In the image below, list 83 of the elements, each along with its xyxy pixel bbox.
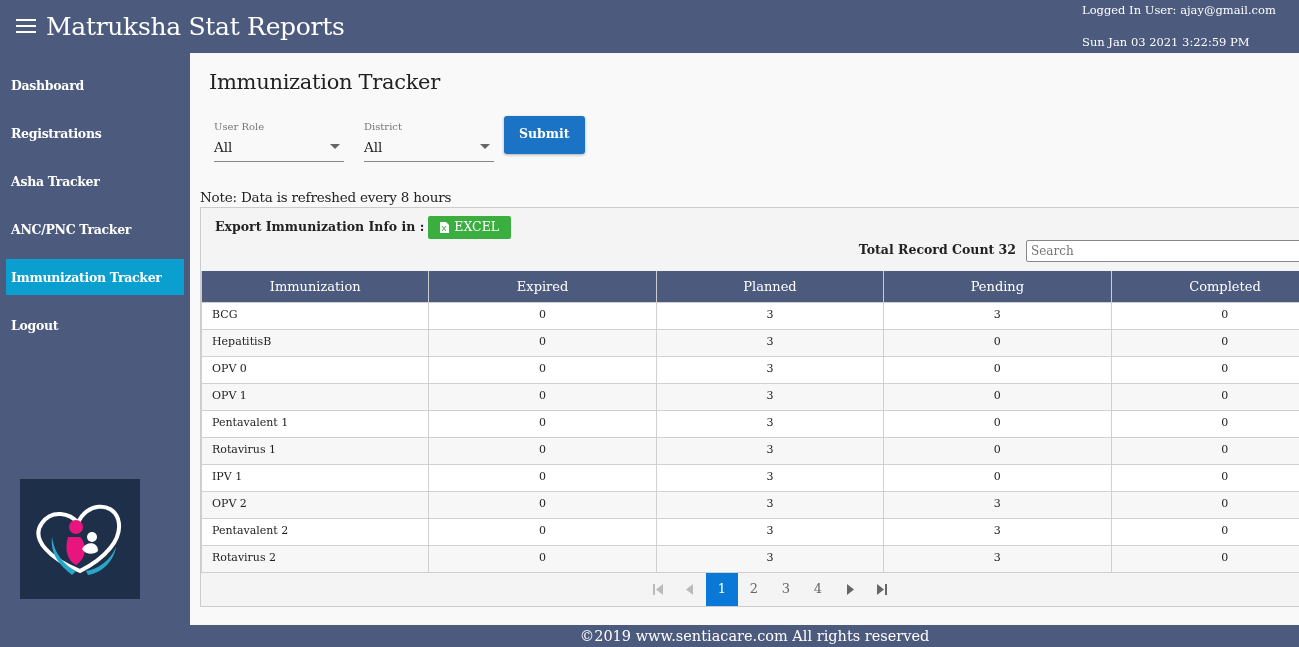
column-header[interactable]: Expired [428,271,657,302]
table-cell: 0 [428,518,657,545]
table-cell: 0 [883,410,1112,437]
table-cell: 3 [883,545,1112,572]
table-cell: 3 [883,491,1112,518]
table-cell: 0 [1111,410,1299,437]
table-cell: BCG [201,302,429,329]
table-cell: Pentavalent 1 [201,410,429,437]
table-cell: 3 [656,437,884,464]
table-cell: 0 [1111,329,1299,356]
submit-button[interactable]: Submit [504,115,585,154]
caret-icon [330,144,340,150]
table-cell: OPV 0 [201,356,429,383]
table-cell: 0 [428,464,657,491]
dropdown-field[interactable]: District All [364,118,494,162]
sidebar-item[interactable]: Dashboard [6,67,184,103]
left-triangle-icon [685,583,695,595]
table-cell: 0 [428,356,657,383]
table-cell: 3 [656,302,884,329]
table-cell: 0 [1111,302,1299,329]
table-cell: HepatitisB [201,329,429,356]
sidebar-item[interactable]: Registrations [6,115,184,151]
table-cell: 0 [428,302,657,329]
table-cell: 0 [1111,518,1299,545]
sidebar-item[interactable]: Logout [6,307,184,343]
table-cell: 0 [1111,491,1299,518]
table-cell: Rotavirus 2 [201,545,429,572]
page-button[interactable]: 3 [770,572,802,606]
page-button[interactable]: 4 [802,572,834,606]
table-cell: 3 [656,329,884,356]
table-cell: 0 [1111,356,1299,383]
note-text: Note: Data is refreshed every 8 hours [200,187,453,207]
page-button[interactable]: 1 [706,572,738,606]
date-time: Sun Jan 03 2021 3:22:59 PM [1082,34,1251,51]
page-button[interactable]: 2 [738,572,770,606]
table-cell: 3 [656,383,884,410]
sidebar-item[interactable]: ANC/PNC Tracker [6,211,184,247]
search-field[interactable]: Search [1026,239,1299,262]
menu-icon[interactable] [16,18,36,34]
table-cell: 0 [428,329,657,356]
table-cell: 0 [883,437,1112,464]
table-cell: IPV 1 [201,464,429,491]
table-cell: 0 [883,356,1112,383]
table-cell: 0 [883,464,1112,491]
table-cell: 0 [428,410,657,437]
table-cell: OPV 1 [201,383,429,410]
column-header[interactable]: Planned [656,271,884,302]
table-cell: 3 [656,518,884,545]
table-cell: 3 [656,491,884,518]
file-icon [440,221,450,233]
logged-in-user: Logged In User: ajay@gmail.com [1082,2,1277,19]
table-cell: 0 [883,383,1112,410]
column-header[interactable]: Immunization [201,271,429,302]
right-triangle-icon [845,583,855,595]
page-title: Immunization Tracker [209,69,442,96]
table-cell: Pentavalent 2 [201,518,429,545]
table-cell: 3 [656,464,884,491]
record-count: Total Record Count 32 [858,241,1016,260]
table-cell: 3 [656,410,884,437]
column-header[interactable]: Pending [883,271,1112,302]
table-cell: 3 [656,356,884,383]
first-page-icon [653,583,663,595]
table-cell: 0 [1111,383,1299,410]
table-cell: 0 [428,545,657,572]
table-cell: OPV 2 [201,491,429,518]
column-header[interactable]: Completed [1111,271,1299,302]
table-cell: 0 [1111,437,1299,464]
last-page-icon [877,583,887,595]
export-label: Export Immunization Info in : [215,218,425,236]
table-cell: 0 [428,437,657,464]
table-cell: 3 [883,518,1112,545]
table-cell: 0 [1111,545,1299,572]
dropdown-field[interactable]: User Role All [214,118,344,162]
table-cell: 0 [883,329,1112,356]
table-cell: Rotavirus 1 [201,437,429,464]
sidebar-item[interactable]: Asha Tracker [6,163,184,199]
table-cell: 0 [428,383,657,410]
table-cell: 3 [883,302,1112,329]
table-cell: 0 [428,491,657,518]
app-title: Matruksha Stat Reports [46,11,345,43]
table-cell: 3 [656,545,884,572]
caret-icon [480,144,490,150]
table-cell: 0 [1111,464,1299,491]
